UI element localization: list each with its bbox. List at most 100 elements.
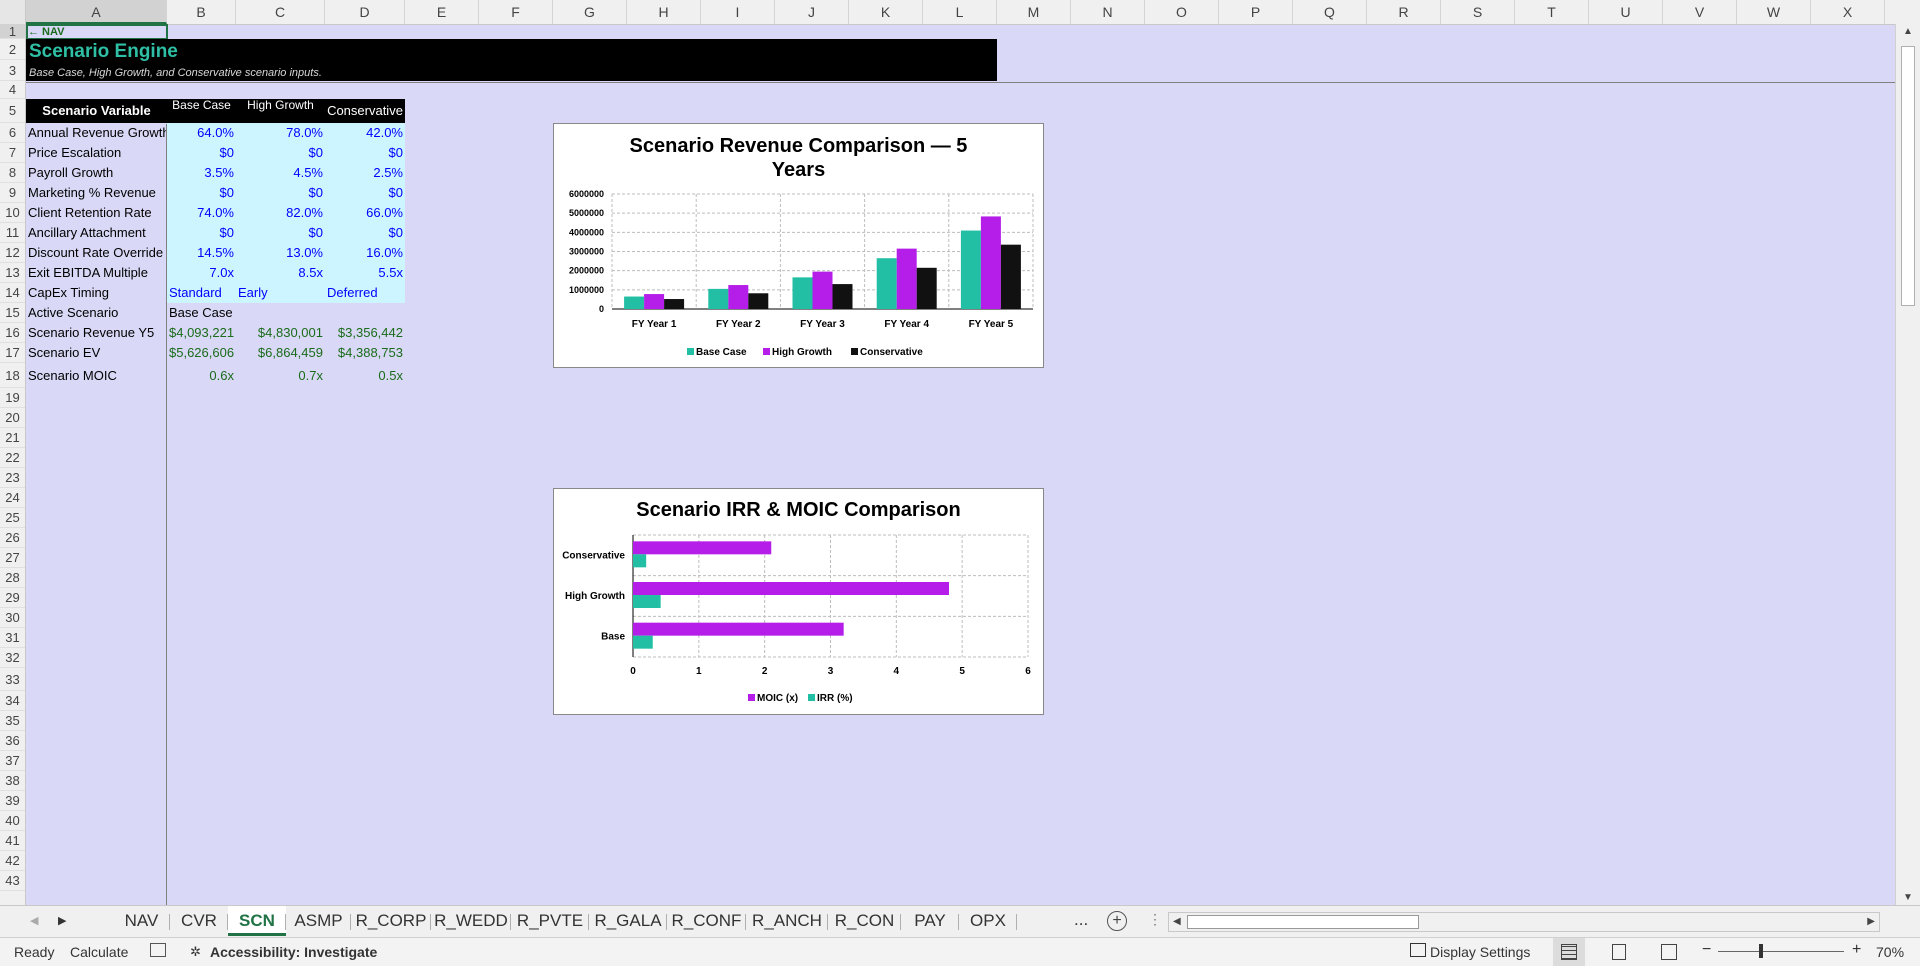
input-high-growth[interactable]: Early (236, 283, 325, 303)
row-header-40[interactable]: 40 (0, 811, 25, 831)
zoom-slider[interactable] (1718, 951, 1844, 952)
column-header-d[interactable]: D (325, 0, 405, 24)
row-header-39[interactable]: 39 (0, 791, 25, 811)
row-header-14[interactable]: 14 (0, 283, 25, 303)
tab-r-pvte[interactable]: R_PVTE (511, 906, 589, 936)
row-header-35[interactable]: 35 (0, 711, 25, 731)
row-header-11[interactable]: 11 (0, 223, 25, 243)
row-header-26[interactable]: 26 (0, 528, 25, 548)
row-header-7[interactable]: 7 (0, 143, 25, 163)
input-base-case[interactable]: Standard (167, 283, 236, 303)
column-header-o[interactable]: O (1145, 0, 1219, 24)
tab-next-icon[interactable]: ▶ (58, 914, 66, 927)
active-scenario-value[interactable]: Base Case (167, 303, 267, 323)
row-header-30[interactable]: 30 (0, 608, 25, 628)
row-header-34[interactable]: 34 (0, 691, 25, 711)
input-base-case[interactable]: 74.0% (167, 203, 236, 223)
row-header-36[interactable]: 36 (0, 731, 25, 751)
column-header-v[interactable]: V (1663, 0, 1737, 24)
revenue-comparison-chart[interactable]: Scenario Revenue Comparison — 5 Years 01… (553, 123, 1044, 368)
sheet-grid[interactable]: ← NAV Scenario Engine Base Case, High Gr… (26, 24, 1896, 905)
row-header-32[interactable]: 32 (0, 648, 25, 668)
accessibility-status[interactable]: Accessibility: Investigate (210, 944, 377, 960)
row-header-9[interactable]: 9 (0, 183, 25, 203)
tab-nav[interactable]: NAV (113, 906, 170, 936)
tab-r-corp[interactable]: R_CORP (351, 906, 431, 936)
column-header-a[interactable]: A (26, 0, 167, 24)
zoom-in-icon[interactable]: + (1852, 941, 1861, 959)
tab-r-con[interactable]: R_CON (828, 906, 901, 936)
column-header-q[interactable]: Q (1293, 0, 1367, 24)
column-header-p[interactable]: P (1219, 0, 1293, 24)
input-base-case[interactable]: 14.5% (167, 243, 236, 263)
tab-asmp[interactable]: ASMP (286, 906, 351, 936)
column-header-c[interactable]: C (236, 0, 325, 24)
row-header-29[interactable]: 29 (0, 588, 25, 608)
input-conservative[interactable]: $0 (325, 223, 405, 243)
column-header-u[interactable]: U (1589, 0, 1663, 24)
tab-scn[interactable]: SCN (228, 906, 286, 936)
scroll-down-icon[interactable]: ▼ (1903, 892, 1913, 903)
tab-cvr[interactable]: CVR (170, 906, 228, 936)
tab-opx[interactable]: OPX (959, 906, 1017, 936)
scroll-left-icon[interactable]: ◀ (1173, 916, 1181, 927)
column-header-e[interactable]: E (405, 0, 479, 24)
column-header-n[interactable]: N (1071, 0, 1145, 24)
column-header-s[interactable]: S (1441, 0, 1515, 24)
row-header-19[interactable]: 19 (0, 388, 25, 408)
tab-prev-icon[interactable]: ◀ (30, 914, 38, 927)
input-high-growth[interactable]: 78.0% (236, 123, 325, 143)
column-header-x[interactable]: X (1811, 0, 1885, 24)
vertical-scrollbar[interactable]: ▲ ▼ (1895, 24, 1920, 905)
row-header-41[interactable]: 41 (0, 831, 25, 851)
row-header-37[interactable]: 37 (0, 751, 25, 771)
horizontal-scrollbar[interactable]: ◀ ▶ (1168, 912, 1880, 932)
row-header-21[interactable]: 21 (0, 428, 25, 448)
row-header-27[interactable]: 27 (0, 548, 25, 568)
input-conservative[interactable]: $0 (325, 143, 405, 163)
zoom-out-icon[interactable]: − (1702, 941, 1711, 959)
tab-more[interactable]: ... (1074, 910, 1088, 930)
column-header-j[interactable]: J (775, 0, 849, 24)
input-high-growth[interactable]: 8.5x (236, 263, 325, 283)
tab-r-gala[interactable]: R_GALA (589, 906, 667, 936)
input-base-case[interactable]: 7.0x (167, 263, 236, 283)
input-base-case[interactable]: 64.0% (167, 123, 236, 143)
page-layout-icon[interactable] (1612, 944, 1626, 960)
row-header-18[interactable]: 18 (0, 363, 25, 388)
column-header-l[interactable]: L (923, 0, 997, 24)
row-header-42[interactable]: 42 (0, 851, 25, 871)
row-header-12[interactable]: 12 (0, 243, 25, 263)
irr-moic-chart[interactable]: Scenario IRR & MOIC Comparison 0 1 2 3 4 5 6 Ba… (553, 488, 1044, 715)
column-header-g[interactable]: G (553, 0, 627, 24)
hscroll-thumb[interactable] (1187, 915, 1419, 929)
input-conservative[interactable]: 42.0% (325, 123, 405, 143)
row-header-24[interactable]: 24 (0, 488, 25, 508)
calculate-button[interactable]: Calculate (70, 944, 128, 960)
input-conservative[interactable]: $0 (325, 183, 405, 203)
column-header-r[interactable]: R (1367, 0, 1441, 24)
input-high-growth[interactable]: $0 (236, 183, 325, 203)
row-header-38[interactable]: 38 (0, 771, 25, 791)
row-header-1[interactable]: 1 (0, 24, 25, 39)
input-conservative[interactable]: 5.5x (325, 263, 405, 283)
row-header-16[interactable]: 16 (0, 323, 25, 343)
row-header-13[interactable]: 13 (0, 263, 25, 283)
input-base-case[interactable]: $0 (167, 223, 236, 243)
input-conservative[interactable]: Deferred (325, 283, 405, 303)
display-settings-button[interactable]: Display Settings (1430, 944, 1530, 960)
row-header-17[interactable]: 17 (0, 343, 25, 363)
input-base-case[interactable]: $0 (167, 183, 236, 203)
select-all-corner[interactable] (0, 0, 26, 24)
column-header-i[interactable]: I (701, 0, 775, 24)
scroll-thumb[interactable] (1901, 46, 1915, 306)
input-high-growth[interactable]: 13.0% (236, 243, 325, 263)
row-header-3[interactable]: 3 (0, 60, 25, 81)
zoom-level[interactable]: 70% (1876, 944, 1904, 960)
scroll-up-icon[interactable]: ▲ (1903, 26, 1913, 37)
page-break-preview-icon[interactable] (1661, 944, 1677, 960)
macro-record-icon[interactable] (150, 943, 166, 957)
row-header-25[interactable]: 25 (0, 508, 25, 528)
row-header-33[interactable]: 33 (0, 668, 25, 691)
column-header-t[interactable]: T (1515, 0, 1589, 24)
